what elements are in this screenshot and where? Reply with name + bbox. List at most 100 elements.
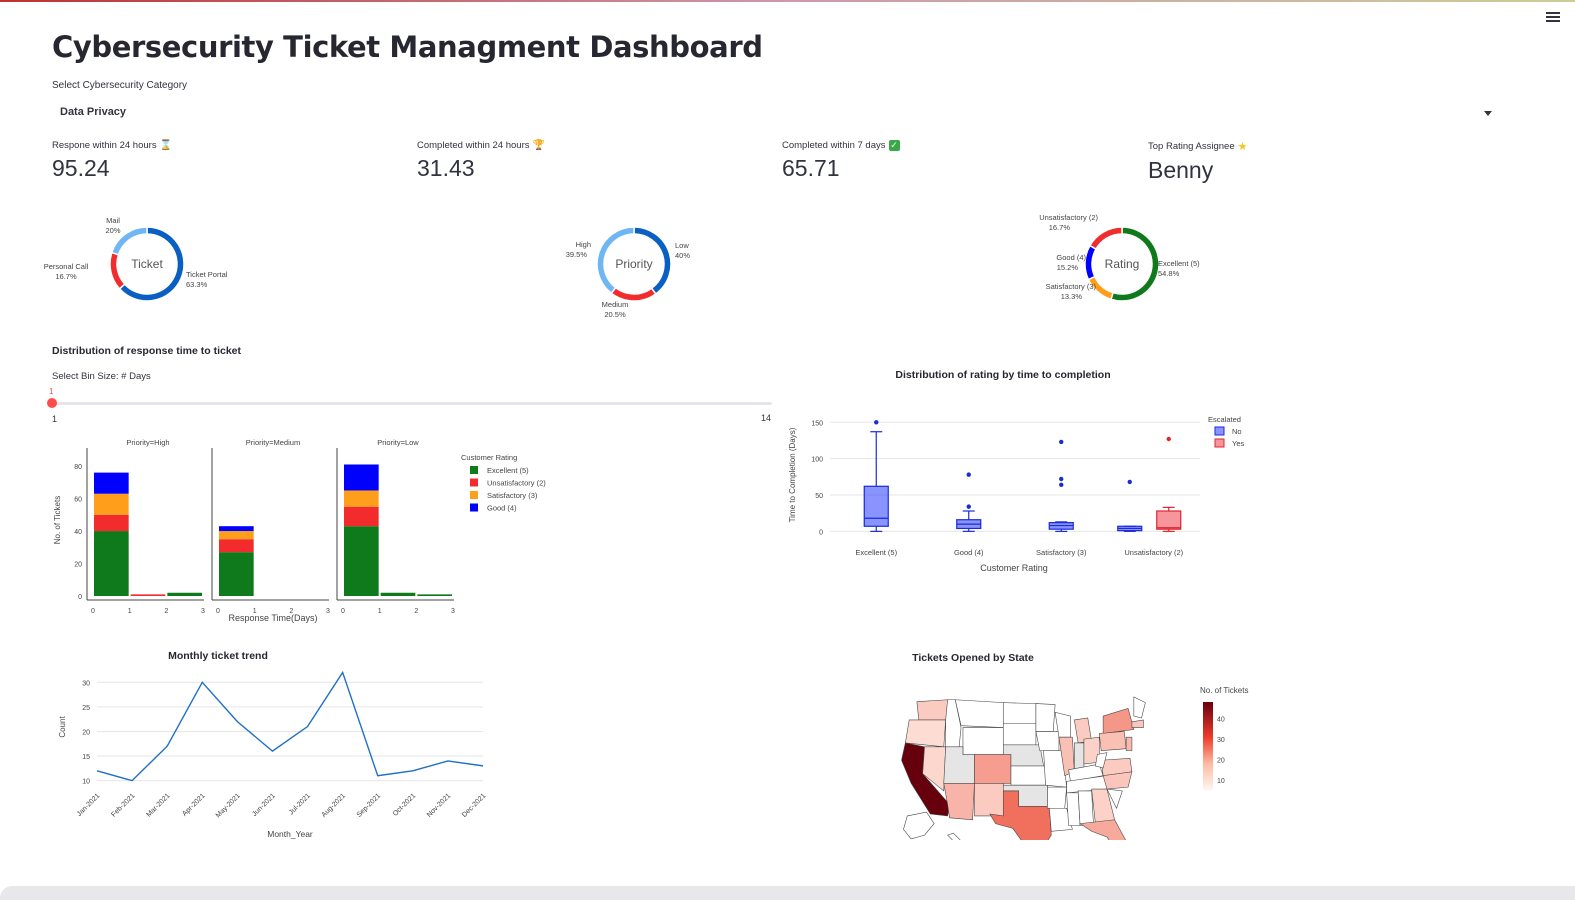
state-region-ny	[1103, 708, 1134, 733]
histogram-bar	[94, 531, 129, 596]
x-axis-title: Customer Rating	[980, 563, 1048, 573]
histogram-bar	[381, 593, 416, 596]
histogram-bar	[219, 552, 254, 596]
y-tick-label: 150	[811, 420, 823, 427]
legend-label: Satisfactory (3)	[487, 491, 538, 500]
state-region-pa	[1099, 731, 1126, 750]
x-tick-label: 0	[216, 608, 220, 615]
us-map-group	[902, 697, 1146, 840]
rating-boxplot-chart[interactable]: Distribution of rating by time to comple…	[780, 360, 1260, 580]
state-region-wa	[917, 700, 949, 720]
bin-size-slider-handle[interactable]	[47, 398, 57, 408]
legend-label: Good (4)	[487, 504, 517, 513]
histogram-bar	[219, 531, 254, 539]
donut-slice-percent: 15.2%	[1057, 263, 1079, 272]
metric-completed-7d: Completed within 7 days ✓ 65.71	[782, 140, 900, 182]
colorbar-tick-label: 20	[1217, 757, 1225, 764]
bin-size-label: Select Bin Size: # Days	[52, 371, 151, 382]
histogram-bar	[344, 507, 379, 526]
x-tick-label: 0	[341, 608, 345, 615]
x-tick-label: Apr-2021	[181, 792, 206, 817]
box-outlier	[967, 504, 971, 508]
chart-title: Distribution of rating by time to comple…	[895, 369, 1110, 381]
x-tick-label: 3	[451, 608, 455, 615]
state-region-az	[944, 783, 975, 819]
state-region-or	[905, 720, 945, 747]
donut-slice-percent: 20%	[105, 226, 120, 235]
category-select[interactable]: Data Privacy	[52, 100, 1502, 126]
box-outlier	[1059, 483, 1063, 487]
bin-size-slider-track[interactable]	[52, 402, 772, 405]
donut-slice-percent: 16.7%	[1049, 223, 1071, 232]
donut-slice	[1085, 246, 1096, 280]
trend-line	[97, 672, 483, 780]
priority-donut-chart[interactable]: Low40% Medium20.5% High39.5% Priority	[520, 205, 760, 325]
histogram-bar	[94, 473, 129, 494]
y-axis-title: Count	[58, 716, 67, 738]
y-tick-label: 80	[74, 464, 82, 471]
state-region-ms	[1067, 793, 1080, 826]
legend-swatch	[470, 504, 478, 512]
donut-slice-percent: 13.3%	[1061, 292, 1083, 301]
state-region-nj	[1126, 737, 1132, 750]
metric-value: Benny	[1148, 157, 1248, 184]
chart-title: Monthly ticket trend	[168, 650, 268, 662]
state-choropleth-map[interactable]: Tickets Opened by State No. of Tickets 10 2…	[880, 645, 1280, 840]
x-tick-label: Feb-2021	[110, 792, 136, 818]
donut-slice-percent: 40%	[675, 251, 690, 260]
legend-swatch	[1215, 439, 1224, 447]
state-region-ak	[903, 812, 934, 839]
y-tick-label: 0	[819, 529, 823, 536]
monthly-trend-line-chart[interactable]: Monthly ticket trend 10 15 20 25 30 Count Jan-2…	[50, 640, 500, 845]
x-axis-title: Month_Year	[267, 829, 313, 839]
histogram-bar	[219, 526, 254, 531]
histogram-bar	[131, 594, 166, 596]
donut-slice-label: Mail	[106, 216, 120, 225]
y-tick-label: 20	[74, 562, 82, 569]
slider-min-label: 1	[52, 414, 57, 424]
legend-swatch	[1215, 427, 1224, 435]
y-tick-label: 10	[82, 779, 90, 786]
hourglass-icon: ⌛	[160, 140, 172, 151]
x-tick-label: 3	[201, 608, 205, 615]
colorbar-tick-label: 30	[1217, 737, 1225, 744]
donut-slice-label: High	[576, 240, 591, 249]
x-tick-label: May-2021	[215, 792, 242, 819]
y-tick-label: 100	[811, 457, 823, 464]
state-region-sd	[1003, 724, 1036, 745]
colorbar	[1203, 702, 1213, 790]
y-tick-label: 25	[82, 705, 90, 712]
top-decoration-bar	[0, 0, 1575, 2]
legend-label: Yes	[1232, 439, 1244, 448]
facet-title: Priority=Low	[377, 438, 419, 447]
state-region-al	[1078, 791, 1093, 826]
x-tick-label: 3	[326, 608, 330, 615]
metric-label: Respone within 24 hours	[52, 140, 157, 151]
y-tick-label: 20	[82, 729, 90, 736]
x-tick-label: Jun-2021	[251, 792, 277, 818]
histogram-bar	[344, 490, 379, 506]
category-select-label: Select Cybersecurity Category	[52, 80, 187, 91]
response-distribution-title: Distribution of response time to ticket	[52, 345, 241, 357]
box-body	[1157, 511, 1181, 529]
box-outlier	[1128, 480, 1132, 484]
donut-slice-label: Unsatisfactory (2)	[1039, 213, 1098, 222]
chevron-down-icon[interactable]	[1484, 111, 1492, 116]
x-tick-label: Jul-2021	[288, 792, 312, 816]
ticket-channel-donut-chart[interactable]: Ticket Portal63.3% Personal Call16.7% Mail…	[40, 205, 300, 325]
state-region-nm	[974, 783, 1003, 816]
donut-slice-percent: 20.5%	[604, 310, 626, 319]
x-tick-label: Excellent (5)	[855, 548, 897, 557]
check-mark-icon: ✓	[889, 140, 900, 151]
hamburger-menu-icon[interactable]	[1546, 12, 1560, 24]
colorbar-tick-label: 40	[1217, 716, 1225, 723]
histogram-bar	[344, 526, 379, 596]
state-region-ma	[1132, 720, 1144, 728]
y-tick-label: 15	[82, 754, 90, 761]
response-time-histogram[interactable]: No. of Tickets020406080Priority=High0 1 2 3…	[40, 430, 580, 630]
rating-donut-chart[interactable]: Excellent (5)54.8% Satisfactory (3)13.3% G…	[1010, 205, 1260, 325]
y-tick-label: 0	[78, 594, 82, 601]
facet-title: Priority=High	[126, 438, 169, 447]
x-tick-label: Satisfactory (3)	[1036, 548, 1087, 557]
box-outlier	[1059, 440, 1063, 444]
